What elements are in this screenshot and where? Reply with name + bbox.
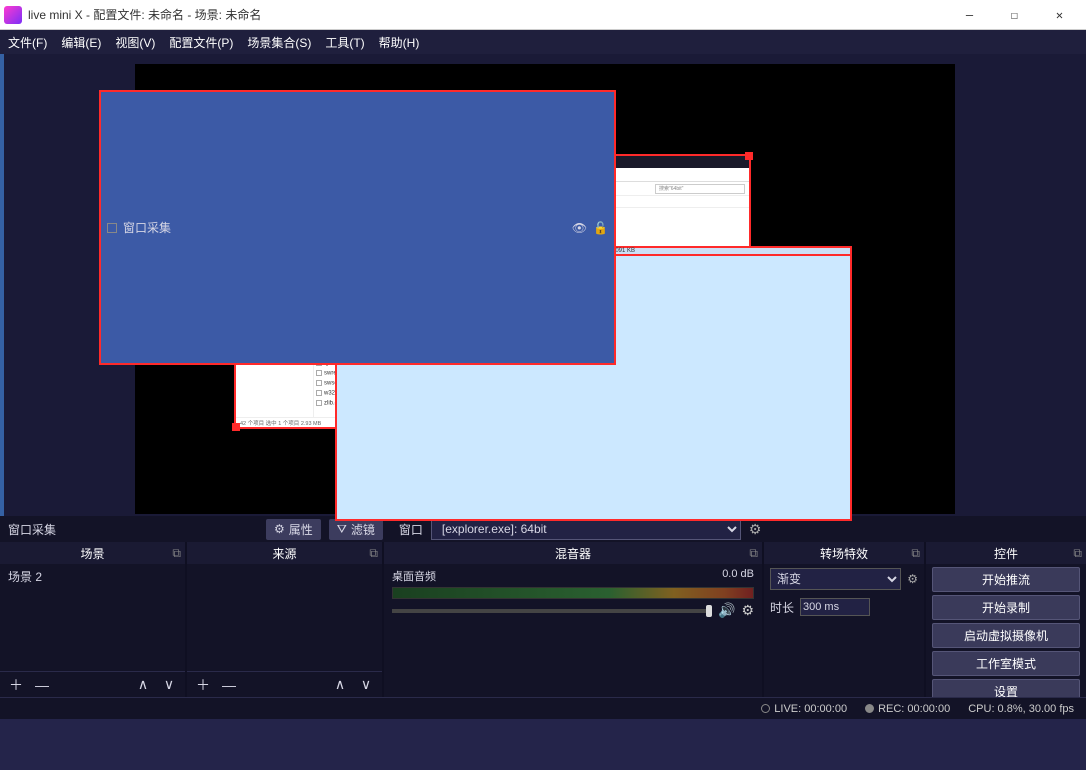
filters-button[interactable]: ⛛滤镜 bbox=[329, 519, 383, 540]
toolbar-settings-icon[interactable]: ⚙ bbox=[749, 521, 762, 538]
scene-up-button[interactable]: ∧ bbox=[131, 675, 155, 695]
menu-scenecollection[interactable]: 场景集合(S) bbox=[247, 34, 311, 51]
scene-remove-button[interactable]: — bbox=[30, 675, 54, 695]
menu-file[interactable]: 文件(F) bbox=[8, 34, 47, 51]
scene-item[interactable]: 场景 2 bbox=[0, 564, 185, 589]
live-status: LIVE: 00:00:00 bbox=[761, 703, 847, 715]
popout-icon[interactable]: ⧉ bbox=[1073, 546, 1082, 561]
statusbar: LIVE: 00:00:00 REC: 00:00:00 CPU: 0.8%, … bbox=[0, 697, 1086, 719]
source-up-button[interactable]: ∧ bbox=[328, 675, 352, 695]
menu-view[interactable]: 视图(V) bbox=[115, 34, 155, 51]
window-select[interactable]: [explorer.exe]: 64bit bbox=[431, 518, 741, 540]
maximize-button[interactable]: ☐ bbox=[992, 0, 1037, 30]
window-select-label: 窗口 bbox=[399, 521, 423, 538]
control-button-3[interactable]: 工作室模式 bbox=[932, 651, 1080, 676]
transition-select[interactable]: 渐变 bbox=[770, 568, 901, 590]
controls-title: 控件 bbox=[994, 545, 1018, 562]
control-button-0[interactable]: 开始推流 bbox=[932, 567, 1080, 592]
mixer-panel: 混音器 ⧉ 桌面音频 0.0 dB 🔊 ⚙ bbox=[384, 542, 762, 697]
scene-down-button[interactable]: ∨ bbox=[157, 675, 181, 695]
menu-edit[interactable]: 编辑(E) bbox=[61, 34, 101, 51]
app-logo-icon bbox=[4, 6, 22, 24]
sources-panel: 来源⧉ 窗口采集👁🔓 ＋ — ∧ ∨ bbox=[187, 542, 382, 697]
menu-profile[interactable]: 配置文件(P) bbox=[169, 34, 233, 51]
minimize-button[interactable]: — bbox=[947, 0, 992, 30]
resize-handle-bl[interactable] bbox=[232, 423, 240, 431]
explorer-search: 搜索"64bit" bbox=[655, 184, 745, 194]
audio-meter bbox=[392, 587, 754, 599]
control-button-1[interactable]: 开始录制 bbox=[932, 595, 1080, 620]
scene-add-button[interactable]: ＋ bbox=[4, 675, 28, 695]
resize-handle-tr[interactable] bbox=[745, 152, 753, 160]
source-remove-button[interactable]: — bbox=[217, 675, 241, 695]
transitions-panel: 转场特效 ⧉ 渐变 ⚙ 时长 bbox=[764, 542, 924, 697]
properties-button[interactable]: ⚙属性 bbox=[266, 519, 321, 540]
mixer-gear-icon[interactable]: ⚙ bbox=[741, 602, 754, 619]
rec-dot-icon bbox=[865, 704, 874, 713]
duration-label: 时长 bbox=[770, 599, 794, 616]
gear-icon: ⚙ bbox=[274, 522, 285, 536]
control-button-2[interactable]: 启动虚拟摄像机 bbox=[932, 623, 1080, 648]
sources-title: 来源 bbox=[272, 545, 296, 562]
control-button-4[interactable]: 设置 bbox=[932, 679, 1080, 697]
titlebar: live mini X - 配置文件: 未命名 - 场景: 未命名 — ☐ ✕ bbox=[0, 0, 1086, 30]
menu-help[interactable]: 帮助(H) bbox=[379, 34, 420, 51]
live-dot-icon bbox=[761, 704, 770, 713]
menubar: 文件(F) 编辑(E) 视图(V) 配置文件(P) 场景集合(S) 工具(T) … bbox=[0, 30, 1086, 54]
close-button[interactable]: ✕ bbox=[1037, 0, 1082, 30]
popout-icon[interactable]: ⧉ bbox=[172, 546, 181, 561]
window-title: live mini X - 配置文件: 未命名 - 场景: 未命名 bbox=[28, 6, 947, 23]
transitions-title: 转场特效 bbox=[820, 545, 868, 562]
cpu-status: CPU: 0.8%, 30.00 fps bbox=[968, 703, 1074, 715]
volume-slider[interactable] bbox=[392, 609, 712, 613]
mute-icon[interactable]: 🔊 bbox=[718, 602, 735, 619]
source-down-button[interactable]: ∨ bbox=[354, 675, 378, 695]
scenes-panel: 场景⧉ 场景场景 2 ＋ — ∧ ∨ bbox=[0, 542, 185, 697]
rec-status: REC: 00:00:00 bbox=[865, 703, 950, 715]
popout-icon[interactable]: ⧉ bbox=[369, 546, 378, 561]
mixer-channel-db: 0.0 dB bbox=[722, 568, 754, 584]
popout-icon[interactable]: ⧉ bbox=[749, 546, 758, 561]
controls-panel: 控件⧉ 开始推流开始录制启动虚拟摄像机工作室模式设置退出 bbox=[926, 542, 1086, 697]
mixer-channel-name: 桌面音频 bbox=[392, 568, 436, 584]
scenes-title: 场景 bbox=[80, 545, 104, 562]
source-add-button[interactable]: ＋ bbox=[191, 675, 215, 695]
popout-icon[interactable]: ⧉ bbox=[911, 546, 920, 561]
selected-source-label: 窗口采集 bbox=[8, 521, 258, 538]
menu-tools[interactable]: 工具(T) bbox=[325, 34, 364, 51]
mixer-title: 混音器 bbox=[555, 545, 591, 562]
duration-input[interactable] bbox=[800, 598, 870, 616]
transition-gear-icon[interactable]: ⚙ bbox=[907, 572, 918, 586]
filter-icon: ⛛ bbox=[337, 522, 347, 537]
